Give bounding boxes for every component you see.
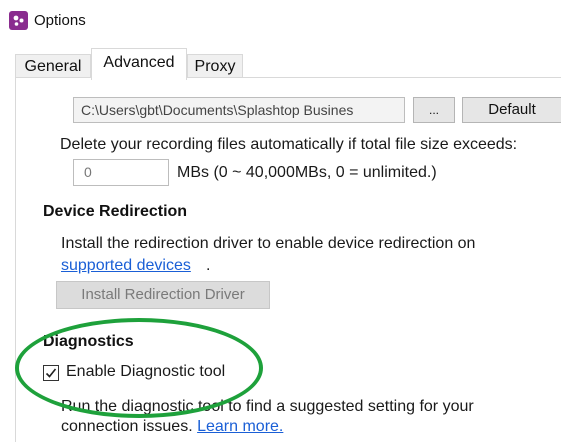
sentence-period: . (206, 257, 211, 274)
connection-issues-text: connection issues. (61, 418, 193, 435)
size-unit-label: MBs (0 ~ 40,000MBs, 0 = unlimited.) (177, 164, 437, 181)
supported-devices-link[interactable]: supported devices (61, 257, 191, 275)
default-button[interactable]: Default (462, 97, 561, 123)
splashtop-app-icon (9, 10, 28, 30)
device-redirection-heading: Device Redirection (43, 203, 188, 220)
browse-button[interactable]: ... (413, 97, 455, 123)
redirection-description: Install the redirection driver to enable… (61, 235, 476, 252)
highlight-ellipse (15, 318, 263, 418)
diagnostic-description-line2: connection issues. Learn more. (61, 418, 283, 436)
install-redirection-driver-button[interactable]: Install Redirection Driver (56, 281, 270, 309)
window-title: Options (34, 11, 86, 29)
auto-delete-label: Delete your recording files automaticall… (60, 136, 518, 153)
title-bar: Options (0, 0, 561, 40)
max-size-input[interactable]: 0 (73, 159, 169, 186)
tab-advanced[interactable]: Advanced (91, 48, 187, 80)
learn-more-link[interactable]: Learn more. (197, 418, 283, 435)
recording-path-field[interactable]: C:\Users\gbt\Documents\Splashtop Busines (73, 97, 405, 123)
